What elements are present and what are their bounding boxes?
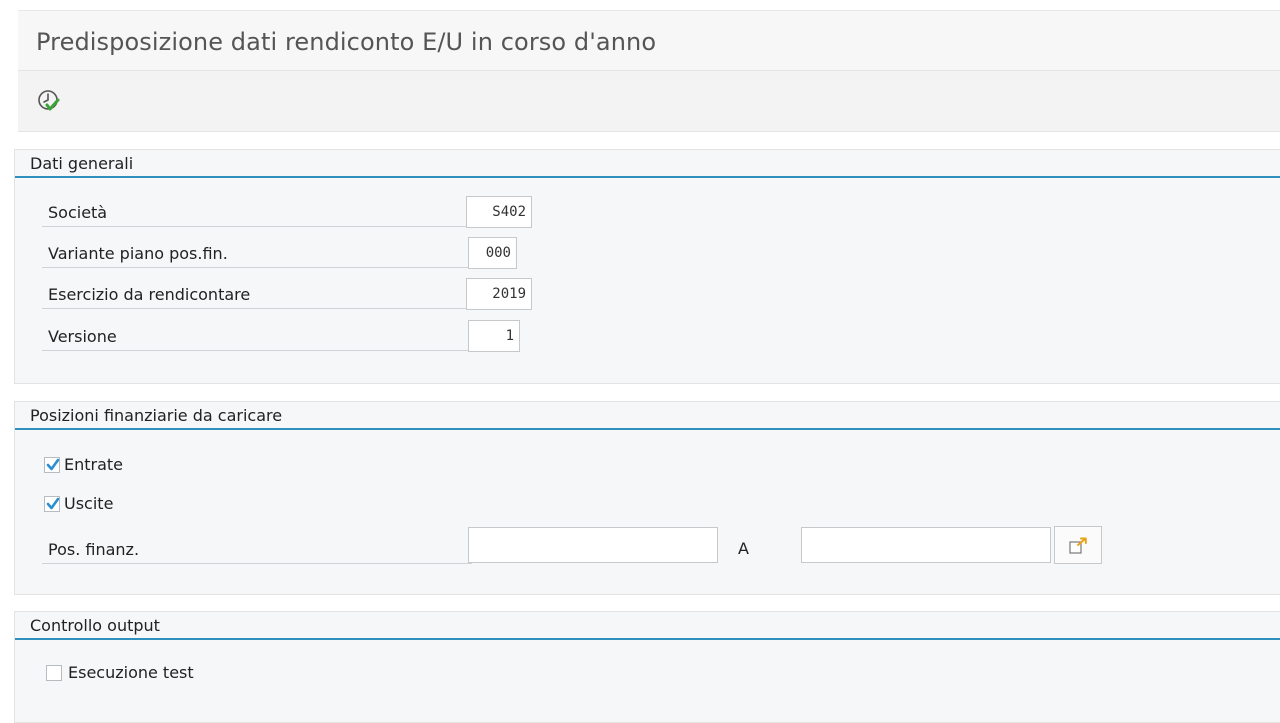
toolbar [18, 70, 1280, 132]
checkmark-icon [46, 458, 60, 471]
esercizio-input[interactable]: 2019 [466, 278, 532, 310]
execute-icon[interactable] [36, 88, 62, 114]
section-output-header: Controllo output [15, 612, 1280, 640]
esecuzione-test-checkbox[interactable] [46, 665, 62, 681]
versione-input[interactable]: 1 [468, 320, 520, 352]
societa-input[interactable]: S402 [466, 196, 532, 228]
section-positions-header: Posizioni finanziarie da caricare [15, 402, 1280, 430]
multiple-selection-arrow-icon [1069, 537, 1087, 554]
pos-finanz-from-input[interactable] [468, 527, 718, 563]
entrate-label[interactable]: Entrate [64, 455, 123, 474]
field-versione-label: Versione [42, 321, 472, 351]
section-output-title: Controllo output [30, 616, 160, 635]
entrate-checkbox[interactable] [44, 457, 60, 473]
field-variante-label: Variante piano pos.fin. [42, 238, 472, 268]
page-title: Predisposizione dati rendiconto E/U in c… [36, 28, 657, 56]
section-positions-title: Posizioni finanziarie da caricare [30, 406, 283, 425]
pos-finanz-to-input[interactable] [801, 527, 1051, 563]
multiple-selection-button[interactable] [1054, 526, 1102, 564]
esecuzione-test-label[interactable]: Esecuzione test [68, 663, 194, 682]
pos-finanz-label: Pos. finanz. [42, 534, 472, 564]
section-general: Dati generali Società S402 Variante pian… [14, 149, 1280, 384]
range-to-label: A [738, 539, 749, 558]
checkmark-icon [46, 497, 60, 510]
section-general-title: Dati generali [30, 154, 134, 173]
variante-input[interactable]: 000 [468, 237, 517, 269]
section-output: Controllo output Esecuzione test [14, 611, 1280, 723]
section-positions: Posizioni finanziarie da caricare Entrat… [14, 401, 1280, 595]
field-societa-label: Società [42, 197, 472, 227]
uscite-checkbox[interactable] [44, 496, 60, 512]
title-bar: Predisposizione dati rendiconto E/U in c… [18, 10, 1280, 71]
field-esercizio-label: Esercizio da rendicontare [42, 279, 472, 309]
section-general-header: Dati generali [15, 150, 1280, 178]
uscite-label[interactable]: Uscite [64, 494, 113, 513]
